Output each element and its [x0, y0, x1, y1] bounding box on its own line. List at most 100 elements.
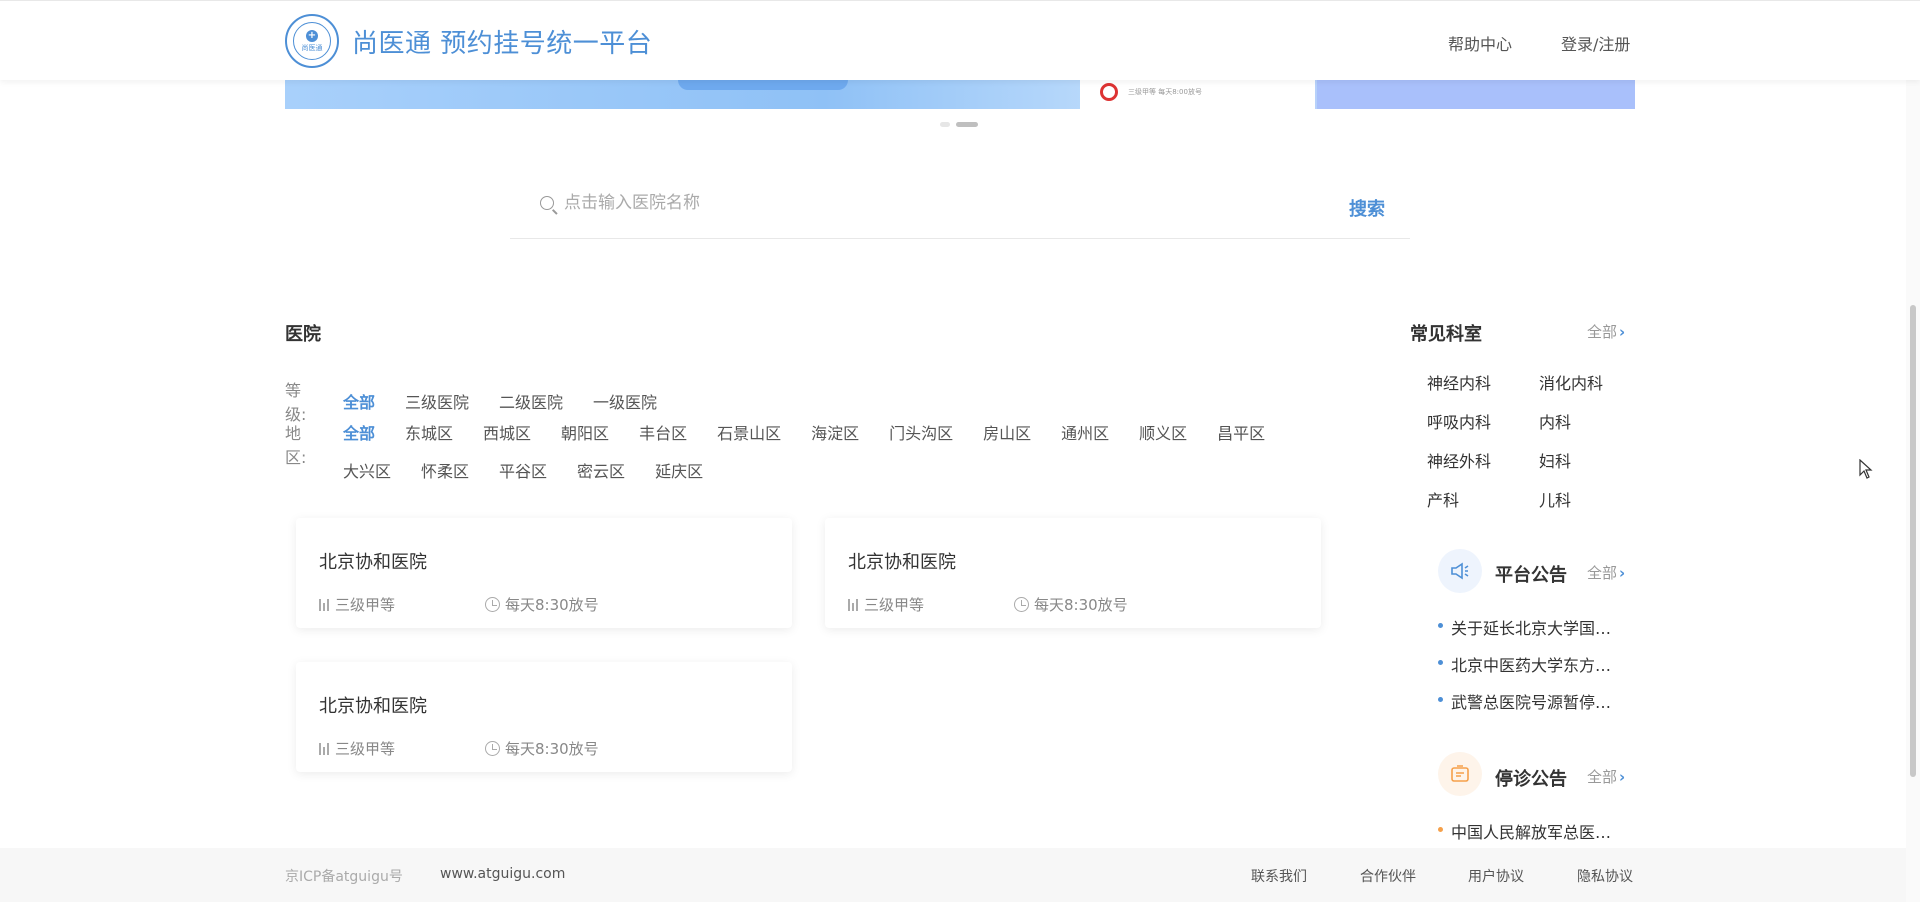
clock-icon: [485, 741, 500, 756]
department-item[interactable]: 神经外科: [1427, 448, 1539, 472]
brand-title[interactable]: 尚医通 预约挂号统一平台: [352, 23, 652, 60]
region-option[interactable]: 顺义区: [1139, 420, 1187, 444]
release-time-text: 每天8:30放号: [505, 740, 599, 758]
hospital-badge-icon: [1100, 83, 1118, 101]
level-filter: 等级: 全部 三级医院 二级医院 一级医院: [285, 377, 687, 425]
level-option[interactable]: 三级医院: [405, 389, 469, 413]
footer-site[interactable]: www.atguigu.com: [440, 866, 565, 882]
hospital-release-time: 每天8:30放号: [485, 738, 599, 759]
chevron-right-icon: ›: [1619, 323, 1626, 341]
top-header: + 尚医通 尚医通 预约挂号统一平台 帮助中心 登录/注册: [0, 0, 1920, 80]
notice-item[interactable]: 北京中医药大学东方医院部分科室医生门诊调整: [1437, 652, 1627, 689]
region-option[interactable]: 丰台区: [639, 420, 687, 444]
hospital-search-bar: 搜索: [510, 185, 1410, 239]
department-item[interactable]: 儿科: [1539, 487, 1617, 511]
region-option[interactable]: 门头沟区: [889, 420, 953, 444]
level-option[interactable]: 一级医院: [593, 389, 657, 413]
logo-emblem: + 尚医通: [293, 22, 331, 60]
region-option[interactable]: 昌平区: [1217, 420, 1265, 444]
platform-notice-all-link[interactable]: 全部 ›: [1587, 562, 1625, 583]
level-bars-icon: [319, 598, 329, 611]
carousel-dot-active[interactable]: [956, 122, 978, 127]
hospital-level-text: 三级甲等: [864, 596, 925, 614]
department-item[interactable]: 妇科: [1539, 448, 1617, 472]
carousel-indicators: [940, 122, 978, 127]
region-option[interactable]: 房山区: [983, 420, 1031, 444]
notice-item[interactable]: 关于延长北京大学国际医院放假的通知: [1437, 615, 1627, 652]
hospital-section-title: 医院: [285, 324, 321, 345]
footer-icp: 京ICP备atguigu号: [285, 869, 403, 885]
all-link-text: 全部: [1587, 323, 1618, 341]
search-icon: [540, 196, 554, 210]
region-option[interactable]: 大兴区: [343, 458, 391, 482]
region-filter-label-row: 地区:: [285, 420, 343, 468]
level-filter-label: 等级:: [285, 381, 307, 424]
footer-contact-link[interactable]: 联系我们: [1251, 866, 1307, 886]
region-option[interactable]: 东城区: [405, 420, 453, 444]
region-option[interactable]: 海淀区: [811, 420, 859, 444]
hospital-release-time: 每天8:30放号: [485, 594, 599, 615]
release-time-text: 每天8:30放号: [1034, 596, 1128, 614]
region-filter: 全部 东城区 西城区 朝阳区 丰台区 石景山区 海淀区 门头沟区 房山区 通州区…: [343, 420, 1343, 482]
page-scrollbar[interactable]: [1906, 0, 1920, 902]
hospital-level-text: 三级甲等: [335, 740, 396, 758]
banner-right-panel: [1317, 80, 1635, 109]
stop-notice-title: 停诊公告: [1495, 769, 1567, 790]
all-link-text: 全部: [1587, 768, 1618, 786]
logo-text: 尚医通: [301, 43, 323, 52]
footer: 京ICP备atguigu号 www.atguigu.com 联系我们 合作伙伴 …: [0, 848, 1920, 902]
hospital-level: 三级甲等: [848, 594, 924, 615]
clock-icon: [485, 597, 500, 612]
department-item[interactable]: 消化内科: [1539, 370, 1617, 394]
all-link-text: 全部: [1587, 564, 1618, 582]
footer-privacy-link[interactable]: 隐私协议: [1577, 866, 1633, 886]
hospital-card[interactable]: 北京协和医院 三级甲等 每天8:30放号: [825, 518, 1321, 628]
departments-title: 常见科室: [1410, 324, 1482, 345]
hospital-name: 北京协和医院: [319, 696, 427, 717]
hospital-level: 三级甲等: [319, 738, 395, 759]
region-option[interactable]: 密云区: [577, 458, 625, 482]
help-center-link[interactable]: 帮助中心: [1448, 31, 1512, 55]
chevron-right-icon: ›: [1619, 768, 1626, 786]
medical-cross-icon: +: [306, 29, 318, 42]
hospital-search-input[interactable]: [564, 185, 1264, 221]
footer-partners-link[interactable]: 合作伙伴: [1360, 866, 1416, 886]
region-filter-label: 地区:: [285, 424, 307, 467]
departments-all-link[interactable]: 全部 ›: [1587, 321, 1625, 342]
region-option[interactable]: 延庆区: [655, 458, 703, 482]
level-bars-icon: [848, 598, 858, 611]
region-option[interactable]: 朝阳区: [561, 420, 609, 444]
region-option[interactable]: 通州区: [1061, 420, 1109, 444]
department-item[interactable]: 神经内科: [1427, 370, 1539, 394]
level-option-all[interactable]: 全部: [343, 389, 375, 413]
region-option-all[interactable]: 全部: [343, 420, 375, 444]
region-option[interactable]: 平谷区: [499, 458, 547, 482]
region-option[interactable]: 石景山区: [717, 420, 781, 444]
hospital-card[interactable]: 北京协和医院 三级甲等 每天8:30放号: [296, 662, 792, 772]
department-item[interactable]: 内科: [1539, 409, 1617, 433]
login-register-link[interactable]: 登录/注册: [1561, 31, 1630, 55]
hospital-name: 北京协和医院: [319, 552, 427, 573]
hospital-card[interactable]: 北京协和医院 三级甲等 每天8:30放号: [296, 518, 792, 628]
level-bars-icon: [319, 742, 329, 755]
scrollbar-thumb[interactable]: [1910, 305, 1916, 777]
region-option[interactable]: 西城区: [483, 420, 531, 444]
departments-grid: 神经内科 消化内科 呼吸内科 内科 神经外科 妇科 产科 儿科: [1427, 370, 1617, 511]
carousel-dot[interactable]: [940, 122, 950, 127]
notice-item[interactable]: 武警总医院号源暂停更新通知: [1437, 689, 1627, 726]
department-item[interactable]: 呼吸内科: [1427, 409, 1539, 433]
level-option[interactable]: 二级医院: [499, 389, 563, 413]
notice-board-icon: [1438, 752, 1482, 796]
hospital-level: 三级甲等: [319, 594, 395, 615]
chevron-right-icon: ›: [1619, 564, 1626, 582]
logo[interactable]: + 尚医通: [285, 14, 339, 68]
department-item[interactable]: 产科: [1427, 487, 1539, 511]
region-option[interactable]: 怀柔区: [421, 458, 469, 482]
footer-terms-link[interactable]: 用户协议: [1468, 866, 1524, 886]
hospital-release-time: 每天8:30放号: [1014, 594, 1128, 615]
stop-notice-all-link[interactable]: 全部 ›: [1587, 766, 1625, 787]
platform-notice-list: 关于延长北京大学国际医院放假的通知 北京中医药大学东方医院部分科室医生门诊调整 …: [1437, 615, 1627, 726]
banner-carousel[interactable]: 三级甲等 每天8:00放号: [285, 80, 1635, 109]
clock-icon: [1014, 597, 1029, 612]
search-button[interactable]: 搜索: [1349, 195, 1385, 221]
